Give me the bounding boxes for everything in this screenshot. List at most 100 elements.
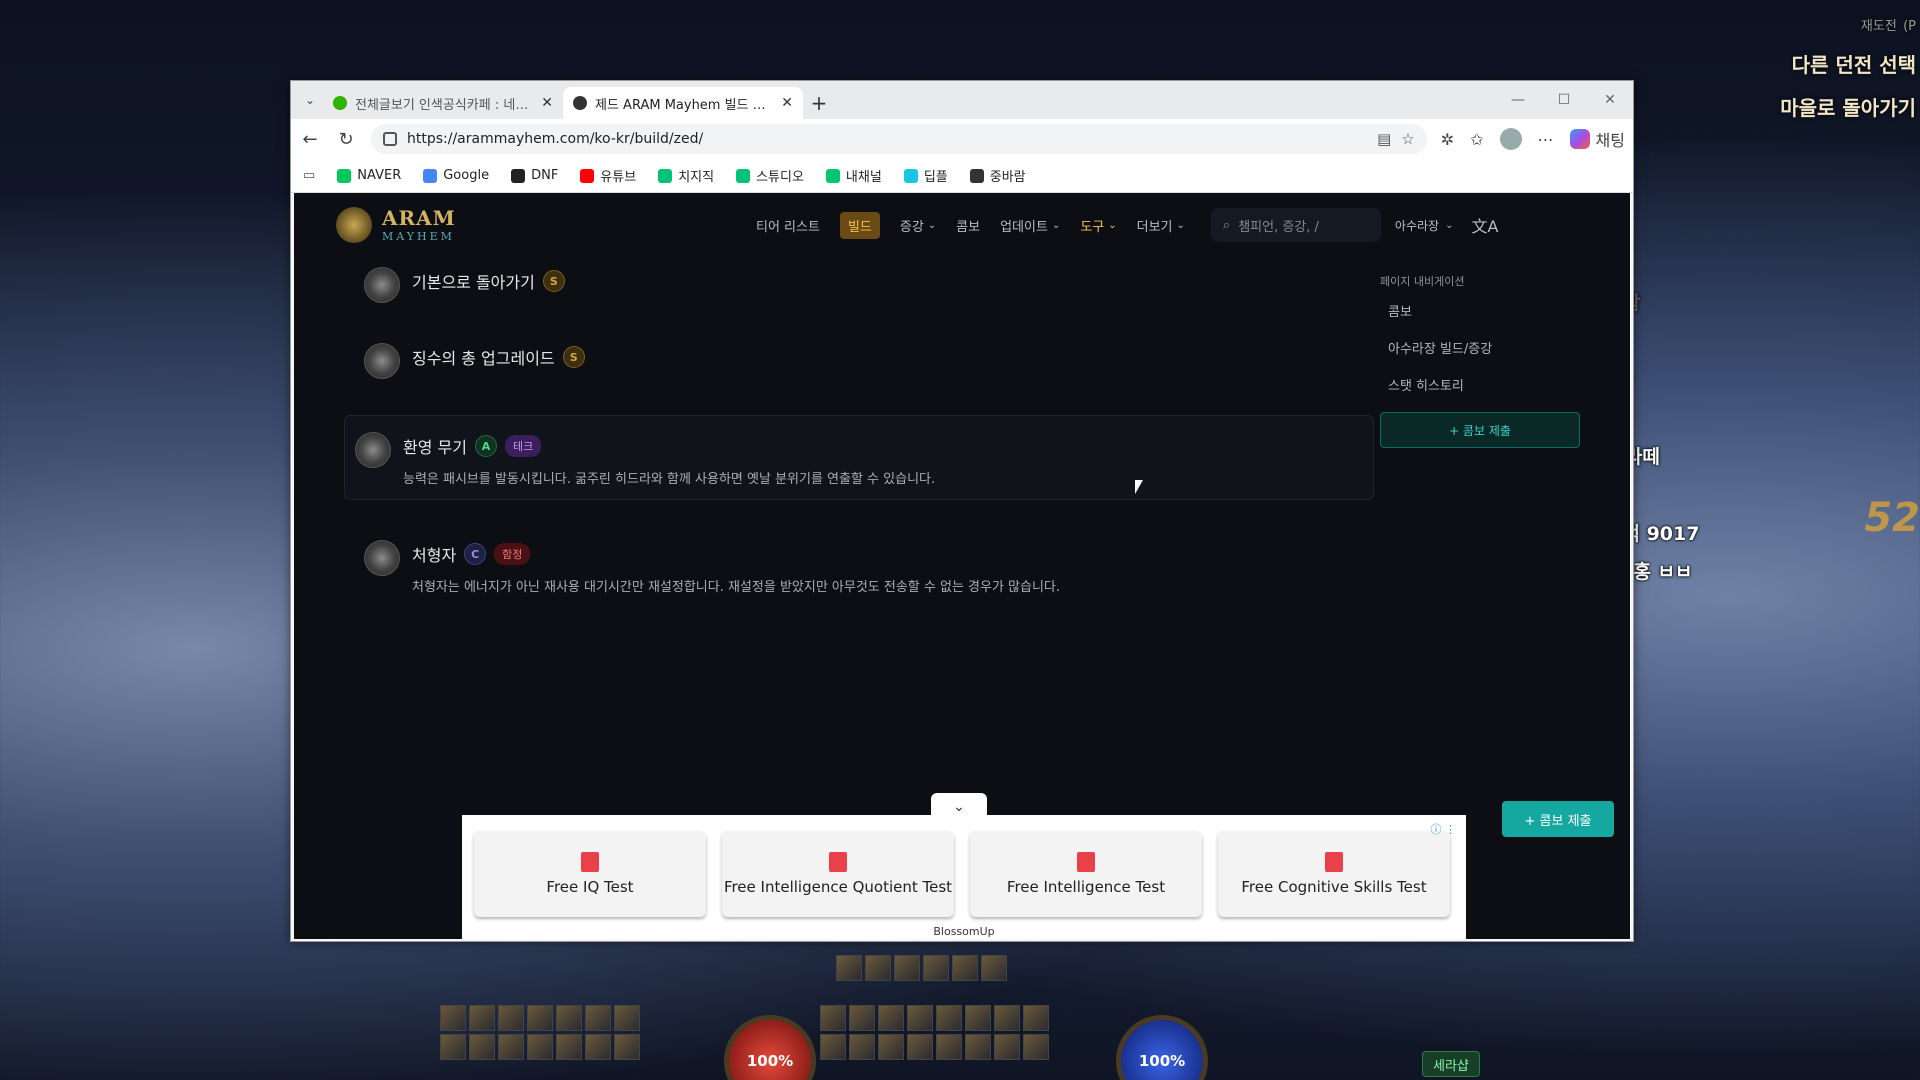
combo-item[interactable]: 환영 무기 A 테크 능력은 패시브를 발동시킵니다. 굶주린 히드라와 함께 사용하… — [344, 415, 1374, 500]
sidebar-toggle-icon[interactable]: ▭ — [303, 168, 315, 183]
profile-avatar[interactable] — [1499, 128, 1522, 150]
url-text[interactable]: https://arammayhem.com/ko-kr/build/zed/ — [407, 131, 1367, 147]
hud-slot-icon[interactable] — [440, 1005, 466, 1031]
tab-favicon-icon — [573, 96, 587, 110]
hud-slot-icon[interactable] — [907, 1034, 933, 1060]
menu-item[interactable]: 콤보 — [956, 216, 980, 235]
hud-slot-icon[interactable] — [1023, 1034, 1049, 1060]
bookmark-item[interactable]: 유튜브 — [580, 166, 636, 185]
site-info-icon[interactable] — [383, 132, 397, 146]
region-shop-button[interactable]: 세라샵 — [1422, 1051, 1480, 1077]
menu-item[interactable]: 빌드 — [839, 211, 880, 239]
hud-slot-icon[interactable] — [907, 1005, 933, 1031]
browser-tab[interactable]: 전체글보기 인색공식카페 : 네이버 ✕ — [323, 87, 563, 119]
bookmark-item[interactable]: 내채널 — [825, 166, 882, 185]
ad-card-button[interactable]: Free Intelligence Test — [970, 831, 1202, 917]
hud-slot-icon[interactable] — [556, 1034, 582, 1060]
menu-item[interactable]: 증강 ⌄ — [900, 216, 936, 235]
hud-slot-icon[interactable] — [894, 955, 920, 981]
hud-slot-icon[interactable] — [878, 1005, 904, 1031]
mode-select[interactable]: 아수라장 ⌄ — [1395, 217, 1454, 234]
hud-slot-icon[interactable] — [527, 1034, 553, 1060]
combo-item[interactable]: 기본으로 돌아가기 S — [354, 263, 1374, 303]
hud-slot-icon[interactable] — [981, 955, 1007, 981]
browser-tab[interactable]: 제드 ARAM Mayhem 빌드 — 아이 ✕ — [563, 87, 803, 119]
hud-slot-icon[interactable] — [849, 1005, 875, 1031]
page-nav-title: 페이지 내비게이션 — [1380, 275, 1465, 288]
hud-slot-icon[interactable] — [952, 955, 978, 981]
hud-slot-icon[interactable] — [469, 1034, 495, 1060]
ad-card-button[interactable]: Free Intelligence Quotient Test — [722, 831, 954, 917]
site-logo[interactable]: ARAM MAYHEM — [336, 207, 756, 243]
close-window-icon[interactable]: ✕ — [1587, 81, 1633, 119]
page-nav-item-stats[interactable]: 스탯 히스토리 — [1388, 375, 1580, 394]
hud-slot-icon[interactable] — [585, 1005, 611, 1031]
favorites-icon[interactable]: ✩ — [1470, 130, 1483, 149]
menu-item[interactable]: 더보기 ⌄ — [1137, 216, 1185, 235]
hud-slot-icon[interactable] — [498, 1005, 524, 1031]
other-dungeon-option[interactable]: 다른 던전 선택 — [1780, 49, 1916, 78]
bookmark-item[interactable]: 중바람 — [969, 166, 1026, 185]
hud-slot-icon[interactable] — [440, 1034, 466, 1060]
menu-item[interactable]: 도구 ⌄ — [1080, 216, 1116, 235]
hud-slot-icon[interactable] — [614, 1034, 640, 1060]
back-icon[interactable]: ← — [299, 129, 321, 150]
hud-slot-icon[interactable] — [849, 1034, 875, 1060]
maximize-icon[interactable]: ☐ — [1541, 81, 1587, 119]
bookmark-item[interactable]: DNF — [511, 166, 558, 185]
copilot-button[interactable]: 채팅 — [1569, 127, 1625, 151]
hud-slot-icon[interactable] — [469, 1005, 495, 1031]
page-nav-item-combo[interactable]: 콤보 — [1388, 301, 1580, 320]
page-nav-item-build[interactable]: 아수라장 빌드/증강 — [1388, 338, 1580, 357]
hud-slot-icon[interactable] — [994, 1034, 1020, 1060]
bookmark-item[interactable]: 스튜디오 — [736, 166, 804, 185]
retry-option[interactable]: 재도전 (P — [1780, 14, 1916, 35]
hud-slot-icon[interactable] — [936, 1005, 962, 1031]
hud-slot-icon[interactable] — [527, 1005, 553, 1031]
extensions-icon[interactable]: ✲ — [1441, 130, 1454, 149]
hud-slot-icon[interactable] — [965, 1034, 991, 1060]
hud-slot-icon[interactable] — [994, 1005, 1020, 1031]
tab-actions-chevron-icon[interactable]: ⌄ — [297, 85, 323, 115]
combo-item[interactable]: 징수의 총 업그레이드 S — [354, 339, 1374, 379]
hud-slot-icon[interactable] — [1023, 1005, 1049, 1031]
hud-slot-icon[interactable] — [820, 1034, 846, 1060]
close-tab-icon[interactable]: ✕ — [541, 95, 553, 111]
translate-icon[interactable]: 文A — [1471, 213, 1498, 237]
bookmark-item[interactable]: 딥플 — [903, 166, 948, 185]
side-submit-combo-button[interactable]: + 콤보 제출 — [1380, 412, 1580, 448]
ad-card-button[interactable]: Free Cognitive Skills Test — [1218, 831, 1450, 917]
menu-item[interactable]: 업데이트 ⌄ — [1000, 216, 1060, 235]
hud-slot-icon[interactable] — [878, 1034, 904, 1060]
ad-card-button[interactable]: Free IQ Test — [474, 831, 706, 917]
site-search-input[interactable]: ⌕ 챔피언, 증강, / — [1210, 208, 1381, 242]
menu-item[interactable]: 티어 리스트 — [756, 216, 820, 235]
hud-slot-icon[interactable] — [936, 1034, 962, 1060]
close-tab-icon[interactable]: ✕ — [781, 95, 793, 111]
go-town-option[interactable]: 마을로 돌아가기 — [1780, 92, 1916, 121]
hud-slot-icon[interactable] — [836, 955, 862, 981]
submit-combo-button[interactable]: + 콤보 제출 — [1502, 801, 1614, 837]
ad-info-icon[interactable]: ⓘ ⋮ — [1431, 821, 1457, 837]
hud-slot-icon[interactable] — [965, 1005, 991, 1031]
favorite-star-icon[interactable]: ☆ — [1401, 130, 1414, 148]
hud-slot-icon[interactable] — [820, 1005, 846, 1031]
hud-slot-icon[interactable] — [923, 955, 949, 981]
address-bar[interactable]: https://arammayhem.com/ko-kr/build/zed/ … — [371, 124, 1427, 154]
hud-slot-icon[interactable] — [556, 1005, 582, 1031]
minimize-icon[interactable]: — — [1495, 81, 1541, 119]
bookmark-label: Google — [443, 168, 490, 183]
new-tab-button[interactable]: + — [803, 87, 835, 119]
hud-slot-icon[interactable] — [614, 1005, 640, 1031]
more-icon[interactable]: ⋯ — [1538, 130, 1554, 149]
hud-slot-icon[interactable] — [498, 1034, 524, 1060]
bookmark-item[interactable]: NAVER — [337, 166, 401, 185]
combo-item[interactable]: 처형자 C 함정 처형자는 에너지가 아닌 재사용 대기시간만 재설정합니다. 재설정… — [354, 536, 1374, 595]
reload-icon[interactable]: ↻ — [335, 129, 357, 150]
hud-slot-icon[interactable] — [585, 1034, 611, 1060]
bookmark-item[interactable]: 치지직 — [658, 166, 714, 185]
bookmark-item[interactable]: Google — [423, 166, 489, 185]
hud-slot-icon[interactable] — [865, 955, 891, 981]
tab-title: 제드 ARAM Mayhem 빌드 — 아이 — [595, 97, 773, 113]
reader-icon[interactable]: ▤ — [1377, 130, 1391, 148]
